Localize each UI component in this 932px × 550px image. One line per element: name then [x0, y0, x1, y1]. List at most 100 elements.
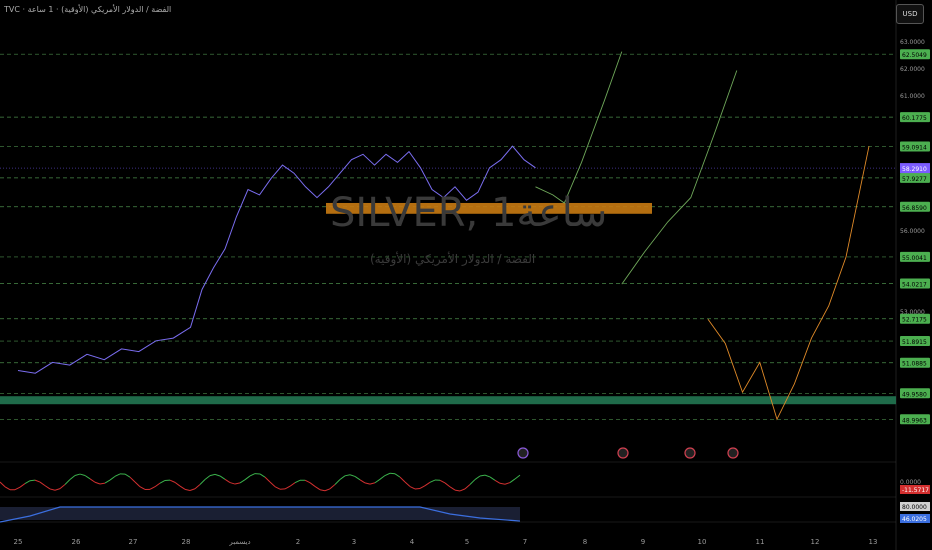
oscillator-segment: [59, 484, 66, 490]
oscillator-segment: [469, 479, 476, 485]
oscillator-segment: [244, 475, 251, 481]
oscillator-segment: [289, 482, 296, 487]
x-tick-label: 10: [698, 538, 707, 546]
green-projection-1: [535, 51, 623, 204]
x-tick-label: 4: [410, 538, 415, 546]
x-tick-label: 12: [811, 538, 820, 546]
x-tick-label: 28: [182, 538, 191, 546]
oscillator-segment: [424, 481, 431, 487]
x-tick-label: ديسمبر: [228, 538, 250, 546]
oscillator-segment: [259, 473, 266, 478]
x-tick-label: 5: [465, 538, 469, 546]
chart-title: TVC · الفضة / الدولار الأمريكي (الأوقية)…: [4, 5, 172, 14]
oscillator-segment: [504, 482, 511, 485]
level-badge-label: 62.5049: [902, 52, 927, 59]
oscillator-segment: [199, 479, 206, 485]
oscillator-segment: [44, 485, 51, 490]
oscillator-segment: [284, 485, 291, 490]
orange-projection: [707, 146, 870, 421]
oscillator-segment: [129, 476, 136, 483]
oscillator-segment: [124, 473, 131, 478]
oscillator-segment: [354, 476, 361, 481]
oscillator-segment: [439, 479, 446, 484]
level-badge-label: 49.9580: [902, 391, 927, 398]
x-tick-label: 2: [296, 538, 300, 546]
currency-button[interactable]: USD: [896, 4, 924, 24]
oscillator-segment: [69, 475, 76, 480]
oscillator-segment: [494, 479, 501, 484]
oscillator-segment: [459, 488, 466, 492]
oscillator-segment: [29, 479, 36, 482]
oscillator-segment: [109, 475, 116, 481]
oscillator-segment: [339, 475, 346, 480]
oscillator-segment: [39, 481, 46, 487]
oscillator-segment: [314, 486, 321, 491]
oscillator-segment: [454, 489, 461, 492]
x-tick-label: 26: [72, 538, 81, 546]
x-tick-label: 13: [869, 538, 878, 546]
oscillator-segment: [404, 481, 411, 487]
oscillator-segment: [64, 479, 71, 485]
x-tick-label: 8: [583, 538, 587, 546]
green-zone: [0, 396, 896, 405]
level-badge-label: 59.0914: [902, 144, 927, 151]
price-scale: [896, 0, 932, 550]
oscillator-segment: [294, 479, 301, 484]
oscillator-segment: [274, 486, 281, 490]
oscillator-segment: [84, 475, 91, 480]
oscillator-segment: [179, 485, 186, 490]
oscillator-zero-label: 0.0000: [900, 479, 921, 486]
oscillator-segment: [409, 486, 416, 490]
oscillator-segment: [474, 475, 481, 480]
oscillator-segment: [399, 476, 406, 483]
oscillator-segment: [94, 481, 101, 485]
watermark-symbol: SILVER, 1ساعة: [330, 190, 608, 236]
oscillator-segment: [134, 481, 141, 488]
oscillator-segment: [349, 474, 356, 477]
oscillator-segment: [214, 473, 221, 477]
oscillator-segment: [19, 483, 26, 488]
oscillator-segment: [169, 479, 176, 483]
level-badge-label: 55.0041: [902, 255, 927, 262]
oscillator-segment: [159, 480, 166, 484]
oscillator-segment: [364, 482, 371, 485]
green-projection-2: [621, 70, 738, 285]
oscillator-segment: [139, 486, 146, 490]
oscillator-segment: [89, 478, 96, 483]
level-badge-label: 54.0217: [902, 281, 927, 288]
stoch-band: [0, 507, 520, 520]
event-icon: [617, 447, 629, 459]
level-badge-label: 52.7175: [902, 317, 927, 324]
oscillator-segment: [394, 473, 401, 478]
level-badge-label: 60.1775: [902, 115, 927, 122]
oscillator-segment: [0, 481, 6, 488]
current-price-label: 58.2910: [902, 166, 927, 173]
exchange-label: TVC: [4, 5, 20, 14]
oscillator-segment: [449, 486, 456, 491]
y-tick-label: 56.0000: [900, 228, 925, 235]
level-badge-label: 57.9277: [902, 176, 927, 183]
x-tick-label: 3: [352, 538, 356, 546]
oscillator-segment: [189, 488, 196, 491]
oscillator-segment: [304, 479, 311, 484]
oscillator-segment: [49, 488, 56, 491]
y-tick-label: 61.0000: [900, 93, 925, 100]
level-badge-label: 51.0885: [902, 361, 927, 368]
oscillator-segment: [194, 484, 201, 490]
oscillator-segment: [379, 475, 386, 480]
x-tick-label: 9: [641, 538, 645, 546]
x-tick-label: 27: [129, 538, 138, 546]
oscillator-segment: [34, 479, 41, 483]
price-chart[interactable]: 63.000062.000061.000056.000053.000062.50…: [0, 0, 932, 550]
oscillator-segment: [74, 473, 81, 476]
oscillator-segment: [389, 472, 396, 475]
oscillator-segment: [154, 482, 161, 488]
oscillator-segment: [429, 479, 436, 483]
oscillator-segment: [249, 473, 256, 477]
event-icon: [684, 447, 696, 459]
oscillator-segment: [209, 473, 216, 477]
oscillator-segment: [309, 482, 316, 487]
stoch-upper-label: 80.0000: [902, 504, 927, 511]
y-tick-label: 62.0000: [900, 66, 925, 73]
x-tick-label: 25: [14, 538, 23, 546]
